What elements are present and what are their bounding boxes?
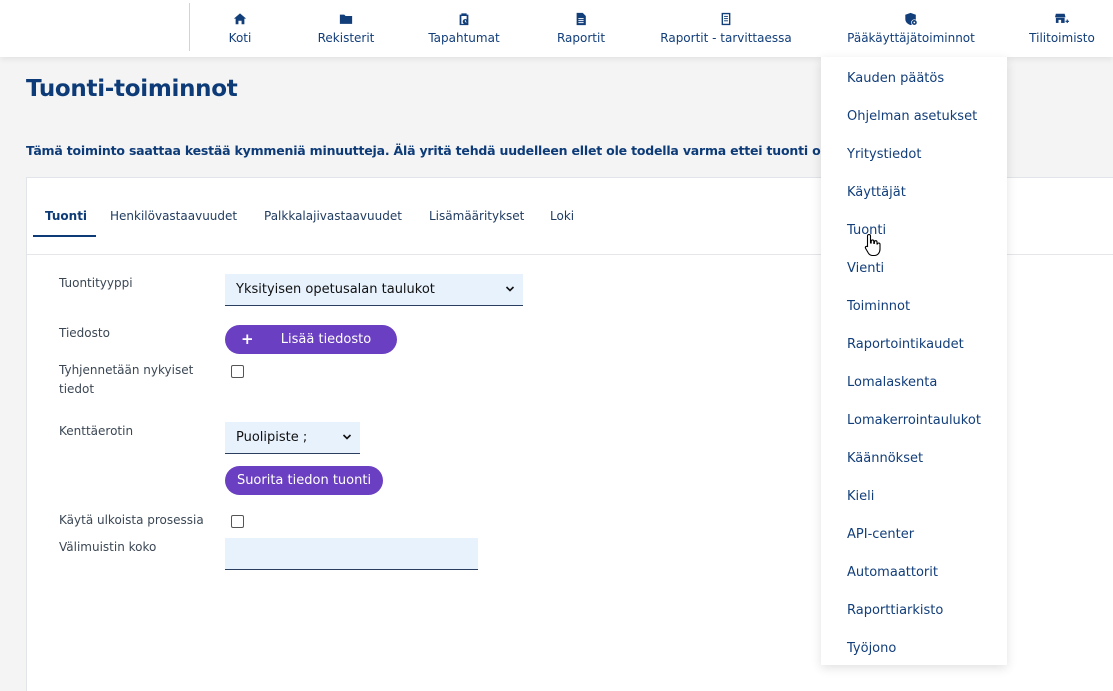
folder-icon — [339, 14, 353, 24]
plus-icon: + — [241, 330, 254, 348]
menu-item-api-center[interactable]: API-center — [847, 527, 914, 542]
nav-label: Koti — [228, 31, 252, 45]
nav-label: Pääkäyttäjätoiminnot — [847, 31, 975, 45]
chevron-down-icon — [505, 286, 515, 292]
import-type-select[interactable]: Yksityisen opetusalan taulukot — [225, 274, 523, 306]
home-icon — [233, 13, 247, 25]
hand-cursor-icon — [864, 233, 881, 257]
nav-label: Tilitoimisto — [1029, 31, 1095, 45]
receipt-icon — [721, 12, 731, 26]
menu-item-vienti[interactable]: Vienti — [847, 261, 884, 276]
page-title: Tuonti-toiminnot — [26, 76, 238, 102]
menu-item-lomalaskenta[interactable]: Lomalaskenta — [847, 375, 937, 390]
top-navigation: Koti Rekisterit Tapahtumat Raportit Rapo… — [0, 0, 1113, 57]
store-plus-icon — [1055, 13, 1069, 24]
menu-item-yritystiedot[interactable]: Yritystiedot — [847, 147, 921, 162]
separator-value: Puolipiste ; — [236, 430, 308, 445]
active-tab-indicator — [33, 235, 96, 237]
menu-item-lomakerrointaulukot[interactable]: Lomakerrointaulukot — [847, 413, 981, 428]
nav-label: Rekisterit — [317, 31, 375, 45]
file-label: Tiedosto — [59, 326, 110, 340]
run-import-button[interactable]: Suorita tiedon tuonti — [225, 466, 383, 495]
nav-item-raportit-tarvittaessa[interactable]: Raportit - tarvittaessa — [658, 0, 794, 57]
clipboard-clock-icon — [459, 13, 469, 26]
tab-tuonti[interactable]: Tuonti — [45, 209, 87, 223]
nav-label: Tapahtumat — [428, 31, 500, 45]
nav-item-koti[interactable]: Koti — [222, 0, 258, 57]
import-type-value: Yksityisen opetusalan taulukot — [236, 282, 435, 297]
menu-item-kaannokset[interactable]: Käännökset — [847, 451, 923, 466]
chevron-down-icon — [342, 434, 352, 440]
nav-item-raportit[interactable]: Raportit — [555, 0, 607, 57]
nav-label: Raportit - tarvittaessa — [660, 31, 792, 45]
menu-item-toiminnot[interactable]: Toiminnot — [847, 299, 910, 314]
nav-item-rekisterit[interactable]: Rekisterit — [313, 0, 379, 57]
tab-lisamaaritykset[interactable]: Lisämääritykset — [429, 209, 524, 223]
tab-palkkalajivastaavuudet[interactable]: Palkkalajivastaavuudet — [264, 209, 402, 223]
nav-label: Raportit — [556, 31, 606, 45]
nav-item-tapahtumat[interactable]: Tapahtumat — [424, 0, 504, 57]
menu-item-automaattorit[interactable]: Automaattorit — [847, 565, 938, 580]
separator-label: Kenttäerotin — [59, 424, 134, 438]
document-icon — [576, 12, 586, 26]
tab-henkilovastaavuudet[interactable]: Henkilövastaavuudet — [110, 209, 237, 223]
add-file-label: Lisää tiedosto — [280, 332, 372, 347]
external-process-checkbox[interactable] — [231, 515, 244, 528]
menu-item-tyojono[interactable]: Työjono — [847, 641, 896, 656]
menu-item-kauden-paatos[interactable]: Kauden päätös — [847, 71, 944, 86]
clear-data-label: Tyhjennetään nykyiset tiedot — [59, 363, 194, 396]
shield-gear-icon — [905, 12, 918, 26]
warning-text: Tämä toiminto saattaa kestää kymmeniä mi… — [26, 143, 826, 158]
admin-dropdown-menu: Kauden päätös Ohjelman asetukset Yrityst… — [821, 57, 1007, 665]
nav-item-tilitoimisto[interactable]: Tilitoimisto — [1028, 0, 1096, 57]
separator-select[interactable]: Puolipiste ; — [225, 422, 360, 454]
external-process-label: Käytä ulkoista prosessia — [59, 513, 204, 527]
cache-size-input[interactable] — [225, 538, 478, 570]
add-file-button[interactable]: + Lisää tiedosto — [225, 325, 397, 354]
cache-size-label: Välimuistin koko — [59, 540, 157, 554]
menu-item-raporttiarkisto[interactable]: Raporttiarkisto — [847, 603, 943, 618]
menu-item-kayttajat[interactable]: Käyttäjät — [847, 185, 906, 200]
menu-item-raportointikaudet[interactable]: Raportointikaudet — [847, 337, 964, 352]
tab-loki[interactable]: Loki — [550, 209, 574, 223]
nav-item-paakayttajatoiminnot[interactable]: Pääkäyttäjätoiminnot — [844, 0, 978, 57]
import-type-label: Tuontityyppi — [59, 276, 133, 290]
menu-item-kieli[interactable]: Kieli — [847, 489, 874, 504]
clear-data-checkbox[interactable] — [231, 365, 244, 378]
menu-item-ohjelman-asetukset[interactable]: Ohjelman asetukset — [847, 109, 977, 124]
nav-divider — [189, 3, 190, 51]
